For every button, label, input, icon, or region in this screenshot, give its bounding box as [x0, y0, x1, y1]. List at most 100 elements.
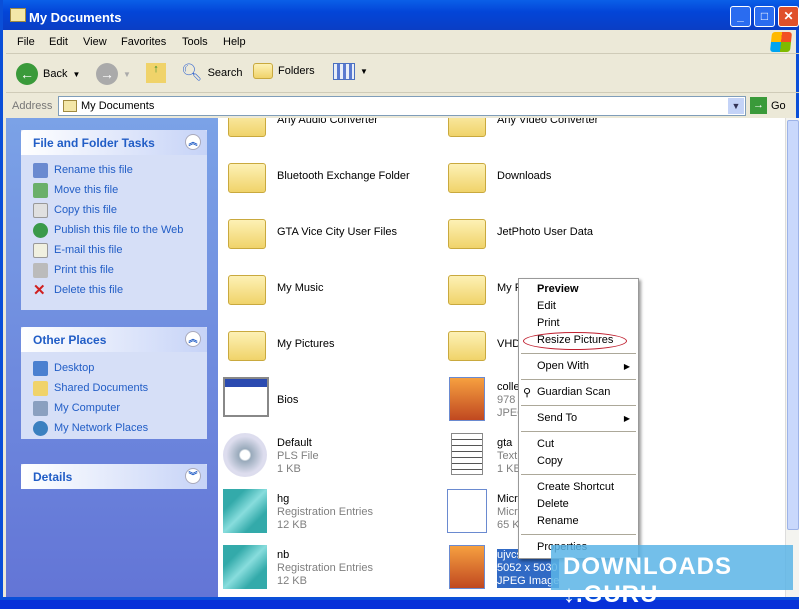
task-label: Print this file: [54, 264, 114, 276]
ctx-create-shortcut[interactable]: Create Shortcut: [537, 481, 614, 497]
file-item[interactable]: Bluetooth Exchange Folder: [223, 152, 410, 200]
file-item[interactable]: JetPhoto User Data: [443, 208, 593, 256]
task-print[interactable]: Print this file: [21, 260, 207, 280]
ctx-copy[interactable]: Copy: [537, 455, 563, 471]
reg-icon: [223, 489, 271, 535]
file-item[interactable]: Any Audio Converter: [223, 118, 378, 144]
file-item[interactable]: My Pictures: [223, 320, 334, 368]
file-item[interactable]: hg Registration Entries 12 KB: [223, 488, 373, 536]
window-title: My Documents: [29, 10, 122, 25]
file-item[interactable]: GTA Vice City User Files: [223, 208, 397, 256]
ctx-resize-pictures[interactable]: Resize Pictures: [537, 334, 613, 350]
separator: [521, 405, 636, 406]
ctx-delete[interactable]: Delete: [537, 498, 569, 514]
file-list: Any Audio Converter Any Video Converter Bl…: [218, 118, 785, 597]
separator: [521, 379, 636, 380]
downloads-guru-watermark: DOWNLOADS ↓.GURU: [551, 545, 793, 608]
separator: [521, 353, 636, 354]
up-folder-button[interactable]: ↑: [146, 63, 166, 83]
task-move[interactable]: Move this file: [21, 180, 207, 200]
ctx-rename[interactable]: Rename: [537, 515, 579, 531]
place-label: My Network Places: [54, 422, 149, 434]
panel-header[interactable]: Other Places ︽: [21, 327, 207, 352]
task-pane: File and Folder Tasks ︽ Rename this file …: [6, 118, 218, 597]
place-network[interactable]: My Network Places: [21, 418, 207, 438]
menu-file[interactable]: File: [17, 36, 35, 48]
explorer-window: My Documents _ □ ✕ File Edit View Favori…: [0, 0, 799, 608]
chevron-down-icon[interactable]: ▼: [728, 98, 744, 114]
file-item[interactable]: VHD: [443, 320, 520, 368]
ctx-edit[interactable]: Edit: [537, 300, 556, 316]
file-label: Downloads: [497, 170, 551, 183]
task-email[interactable]: E-mail this file: [21, 240, 207, 260]
file-item[interactable]: nb Registration Entries 12 KB: [223, 544, 373, 592]
folder-icon: [223, 118, 271, 143]
address-input[interactable]: My Documents ▼: [58, 96, 746, 116]
file-label: GTA Vice City User Files: [277, 226, 397, 239]
place-my-computer[interactable]: My Computer: [21, 398, 207, 418]
file-item[interactable]: Micro Micro 65 KB: [443, 488, 527, 536]
file-type: PLS File: [277, 449, 319, 462]
views-button[interactable]: ▼: [333, 63, 368, 80]
folder-icon: [443, 153, 491, 199]
maximize-button[interactable]: □: [754, 6, 775, 27]
ctx-open-with[interactable]: Open With: [537, 360, 637, 376]
ctx-cut[interactable]: Cut: [537, 438, 554, 454]
menu-tools[interactable]: Tools: [182, 36, 208, 48]
file-label: My Music: [277, 282, 323, 295]
file-item[interactable]: Default PLS File 1 KB: [223, 432, 319, 480]
minimize-button[interactable]: _: [730, 6, 751, 27]
menu-favorites[interactable]: Favorites: [121, 36, 166, 48]
menu-view[interactable]: View: [83, 36, 107, 48]
separator: [521, 474, 636, 475]
panel-header[interactable]: File and Folder Tasks ︽: [21, 130, 207, 155]
go-label: Go: [771, 99, 786, 112]
file-item[interactable]: Downloads: [443, 152, 551, 200]
file-item[interactable]: collet 978 x JPEG: [443, 376, 526, 424]
folders-button[interactable]: Folders: [253, 63, 315, 79]
close-button[interactable]: ✕: [778, 6, 799, 27]
file-label: Bios: [277, 394, 298, 407]
ctx-send-to[interactable]: Send To: [537, 412, 577, 428]
menu-help[interactable]: Help: [223, 36, 246, 48]
folder-icon: [223, 265, 271, 311]
scrollbar-thumb[interactable]: [787, 120, 799, 530]
file-item[interactable]: My Pl: [443, 264, 525, 312]
text-icon: [443, 433, 491, 479]
place-desktop[interactable]: Desktop: [21, 358, 207, 378]
panel-header[interactable]: Details ︾: [21, 464, 207, 489]
go-button[interactable]: → Go: [750, 97, 786, 114]
ctx-print[interactable]: Print: [537, 317, 560, 333]
collapse-icon[interactable]: ︽: [185, 331, 201, 347]
file-name: Bios: [277, 393, 299, 406]
ctx-preview[interactable]: Preview: [537, 283, 579, 299]
file-name: My Music: [277, 281, 324, 294]
file-item[interactable]: Any Video Converter: [443, 118, 598, 144]
copy-icon: [33, 202, 48, 218]
file-label: Any Audio Converter: [277, 118, 378, 127]
task-label: Publish this file to the Web: [54, 224, 184, 236]
ctx-guardian-scan[interactable]: Guardian Scan: [537, 386, 610, 402]
folders-icon: [253, 63, 273, 79]
collapse-icon[interactable]: ︽: [185, 134, 201, 150]
separator: [521, 431, 636, 432]
task-delete[interactable]: ✕ Delete this file: [21, 280, 207, 300]
back-button[interactable]: ← Back ▼: [16, 63, 80, 85]
file-item[interactable]: gta Text 1 KB: [443, 432, 521, 480]
place-shared-documents[interactable]: Shared Documents: [21, 378, 207, 398]
task-rename[interactable]: Rename this file: [21, 160, 207, 180]
file-item[interactable]: My Music: [223, 264, 323, 312]
back-label: Back: [43, 68, 68, 80]
submenu-arrow-icon: ▶: [623, 362, 630, 371]
vertical-scrollbar[interactable]: [785, 118, 799, 597]
file-name: GTA Vice City User Files: [277, 225, 398, 238]
search-button[interactable]: 🔍︎ Search: [181, 63, 242, 83]
task-copy[interactable]: Copy this file: [21, 200, 207, 220]
forward-button[interactable]: → ▼: [96, 63, 131, 85]
task-label: Rename this file: [54, 164, 133, 176]
menu-edit[interactable]: Edit: [49, 36, 68, 48]
magnifier-icon: ⚲: [523, 387, 532, 399]
task-publish[interactable]: Publish this file to the Web: [21, 220, 207, 240]
file-item[interactable]: Bios: [223, 376, 298, 424]
expand-icon[interactable]: ︾: [185, 468, 201, 484]
